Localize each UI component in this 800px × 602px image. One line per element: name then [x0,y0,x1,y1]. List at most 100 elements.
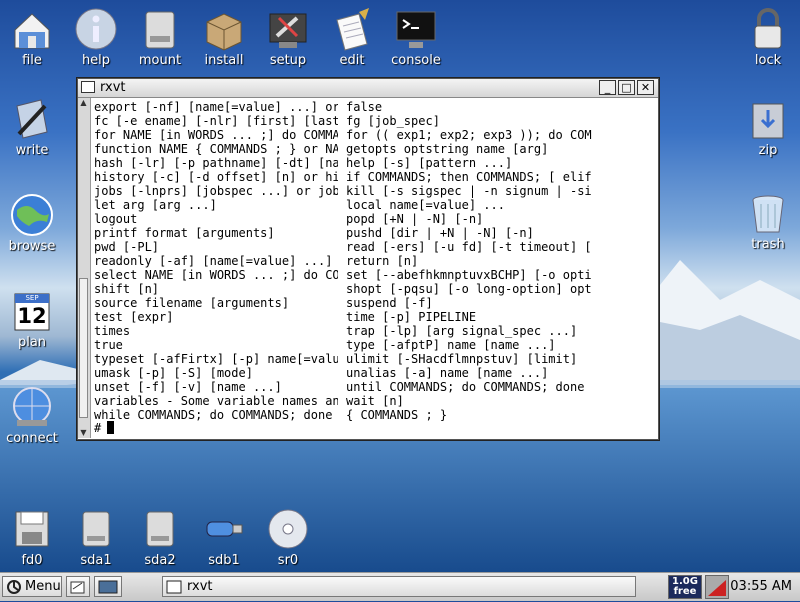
desktop-icon-trash[interactable]: trash [736,190,800,252]
calendar-day: 12 [17,304,47,328]
prompt-symbol: # [94,421,102,435]
volume-icon[interactable] [705,575,729,599]
terminal-line: jobs [-lnprs] [jobspec ...] or job [94,184,338,198]
terminal-icon [81,81,95,93]
terminal-line: umask [-p] [-S] [mode] [94,366,253,380]
taskbar: Menu rxvt 1.0G free 03:55 AM [0,572,800,601]
desktop-icon-zip[interactable]: zip [736,96,800,158]
terminal-icon [166,580,182,594]
monitor-icon [98,580,118,594]
notepad-icon [329,6,375,52]
usb-stick-icon [201,506,247,552]
archive-icon [745,96,791,142]
desktop-icon-connect[interactable]: connect [0,384,64,446]
desktop-icon-setup[interactable]: setup [256,6,320,68]
desktop-icon-edit[interactable]: edit [320,6,384,68]
terminal-line: while COMMANDS; do COMMANDS; done [94,408,333,422]
volume-level-icon [708,580,726,596]
terminal-line: history [-c] [-d offset] [n] or hi [94,170,338,184]
desktop-icon-fd0[interactable]: fd0 [0,506,64,568]
desktop-icon-help[interactable]: help [64,6,128,68]
desktop-icon-lock[interactable]: lock [736,6,800,68]
notepad-icon [70,581,85,594]
terminal-output[interactable]: export [-nf] [name[=value] ...] or fc [-e… [94,100,592,422]
terminal-line: wait [n] [346,394,404,408]
drive-icon [137,6,183,52]
terminal-line: select NAME [in WORDS ... ;] do CO [94,268,338,282]
terminal-line: suspend [-f] [346,296,433,310]
task-button-rxvt[interactable]: rxvt [162,576,636,597]
terminal-line: ulimit [-SHacdflmnpstuv] [limit] [346,352,578,366]
menu-label: Menu [25,579,61,594]
package-box-icon [201,6,247,52]
terminal-line: unset [-f] [-v] [name ...] [94,380,282,394]
scrollbar[interactable]: ▲ ▼ [78,98,91,438]
terminal-line: help [-s] [pattern ...] [346,156,513,170]
padlock-icon [745,6,791,52]
terminal-line: false [346,100,383,114]
scroll-up-icon[interactable]: ▲ [79,98,88,108]
terminal-line: logout [94,212,138,226]
desktop-icon-write[interactable]: write [0,96,64,158]
terminal-line: export [-nf] [name[=value] ...] or [94,100,338,114]
window-titlebar[interactable]: rxvt _ □ ✕ [78,79,658,98]
terminal-line: type [-afptP] name [name ...] [346,338,556,352]
disk-free-label: free [673,586,697,597]
desktop-icon-browse[interactable]: browse [0,192,64,254]
text-cursor [107,421,115,434]
terminal-line: pwd [-PL] [94,240,160,254]
terminal-icon [393,6,439,52]
desktop-icon-install[interactable]: install [192,6,256,68]
close-button[interactable]: ✕ [637,80,654,95]
desktop-icon-mount[interactable]: mount [128,6,192,68]
terminal-line: shift [n] [94,282,160,296]
rxvt-window[interactable]: rxvt _ □ ✕ ▲ ▼ export [-nf] [name[=value… [77,78,659,440]
terminal-line: unalias [-a] name [name ...] [346,366,549,380]
cdrom-icon [265,506,311,552]
quicklaunch-edit[interactable] [66,576,90,597]
scroll-down-icon[interactable]: ▼ [79,428,88,438]
terminal-line: kill [-s sigspec | -n signum | -si [346,184,592,198]
desktop-icon-sda1[interactable]: sda1 [64,506,128,568]
floppy-icon [9,506,55,552]
desktop-icon-sdb1[interactable]: sdb1 [192,506,256,568]
terminal-line: hash [-lr] [-p pathname] [-dt] [na [94,156,338,170]
terminal-line: local name[=value] ... [346,198,505,212]
desktop-icon-console[interactable]: console [384,6,448,68]
desktop-icon-sr0[interactable]: sr0 [256,506,320,568]
menu-button[interactable]: Menu [2,576,62,597]
terminal-line: fc [-e ename] [-nlr] [first] [last [94,114,338,128]
terminal-line: shopt [-pqsu] [-o long-option] opt [346,282,592,296]
desktop-icon-plan[interactable]: SEP 12 plan [0,288,64,350]
terminal-line: until COMMANDS; do COMMANDS; done [346,380,585,394]
pen-document-icon [9,96,55,142]
terminal-line: times [94,324,131,338]
globe-icon [9,192,55,238]
shell-prompt[interactable]: # [94,421,115,435]
maximize-button[interactable]: □ [618,80,635,95]
menu-icon [7,580,21,594]
desktop-icon-sda2[interactable]: sda2 [128,506,192,568]
terminal-line: time [-p] PIPELINE [346,310,477,324]
calendar-icon: SEP 12 [9,288,55,334]
home-folder-icon [9,6,55,52]
quicklaunch-desktop[interactable] [94,576,122,597]
terminal-line: return [n] [346,254,419,268]
terminal-line: set [--abefhkmnptuvxBCHP] [-o opti [346,268,592,282]
task-label: rxvt [187,579,213,594]
scrollbar-thumb[interactable] [79,278,88,418]
terminal-line: source filename [arguments] [94,296,290,310]
terminal-line: trap [-lp] [arg signal_spec ...] [346,324,578,338]
clock[interactable]: 03:55 AM [730,579,792,594]
terminal-line: variables - Some variable names an [94,394,338,408]
hard-drive-icon [137,506,183,552]
tools-icon [265,6,311,52]
desktop-icon-file[interactable]: file [0,6,64,68]
terminal-line: getopts optstring name [arg] [346,142,549,156]
trash-icon [745,190,791,236]
minimize-button[interactable]: _ [599,80,616,95]
terminal-line: { COMMANDS ; } [346,408,448,422]
help-column-left: export [-nf] [name[=value] ...] or fc [-e… [94,100,338,422]
terminal-line: true [94,338,123,352]
terminal-line: function NAME { COMMANDS ; } or NA [94,142,338,156]
